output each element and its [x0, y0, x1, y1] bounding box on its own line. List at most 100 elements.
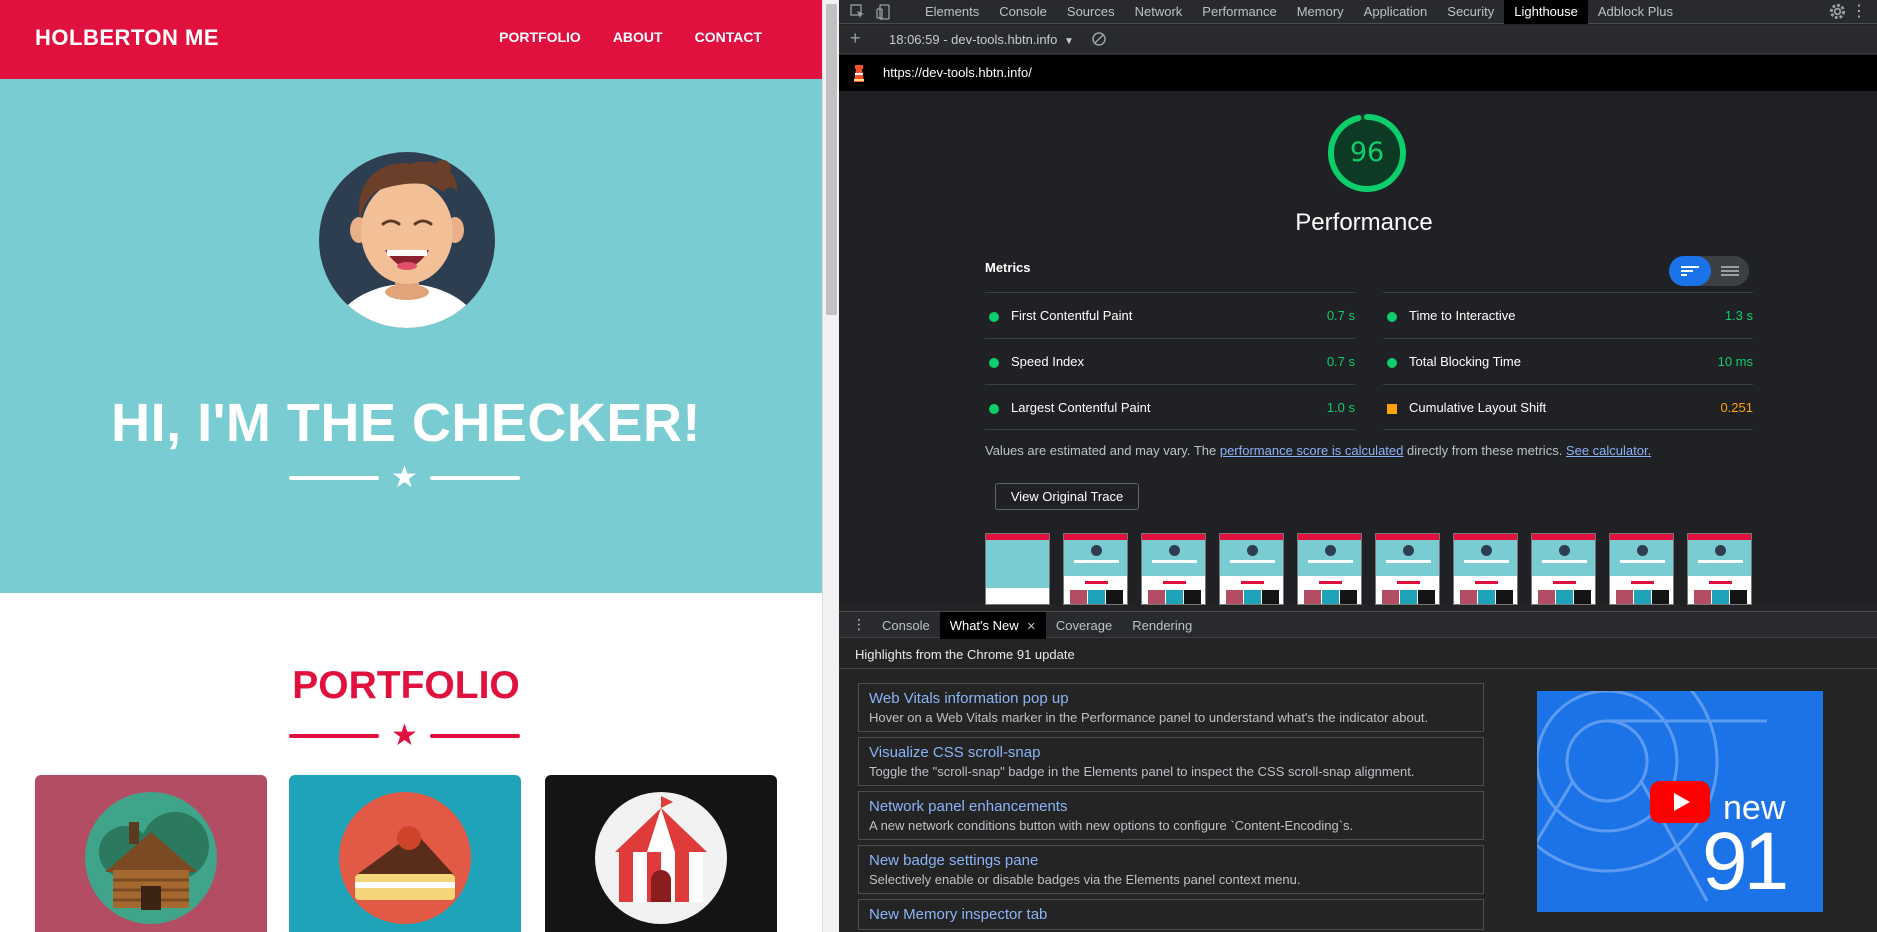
- whats-new-item-title[interactable]: Visualize CSS scroll-snap: [869, 744, 1473, 761]
- metric-row: Total Blocking Time 10 ms: [1383, 338, 1753, 384]
- tab-sources[interactable]: Sources: [1057, 0, 1125, 24]
- tab-network[interactable]: Network: [1125, 0, 1193, 24]
- metric-status-pass-icon: [989, 312, 999, 322]
- whats-new-heading: Highlights from the Chrome 91 update: [855, 647, 1075, 662]
- nav-link-portfolio[interactable]: PORTFOLIO: [499, 29, 581, 45]
- whats-new-video-thumbnail[interactable]: new 91: [1537, 691, 1823, 912]
- drawer-tab-rendering[interactable]: Rendering: [1122, 612, 1202, 639]
- frame-portfolio: [1709, 581, 1732, 584]
- whats-new-item-desc: A new network conditions button with new…: [869, 818, 1354, 833]
- metric-name: Time to Interactive: [1409, 308, 1516, 323]
- clear-block-icon[interactable]: [1091, 31, 1107, 47]
- metric-status-pass-icon: [1387, 312, 1397, 322]
- frame-avatar: [1715, 545, 1726, 556]
- frame-card: [1106, 590, 1123, 604]
- frame-title: [1698, 560, 1743, 563]
- metric-value: 10 ms: [1717, 354, 1753, 369]
- metric-name: Cumulative Layout Shift: [1409, 400, 1547, 415]
- divider-line-left: [289, 734, 379, 738]
- metric-row: Speed Index 0.7 s: [985, 338, 1355, 384]
- frame-card: [1634, 590, 1651, 604]
- nav-link-contact[interactable]: CONTACT: [695, 29, 762, 45]
- whats-new-item-title[interactable]: Web Vitals information pop up: [869, 690, 1473, 707]
- list-view-icon: [1681, 266, 1699, 276]
- site-navbar: HOLBERTON ME PORTFOLIO ABOUT CONTACT: [0, 0, 822, 79]
- devtools-tabs: Elements Console Sources Network Perform…: [915, 0, 1683, 24]
- tab-memory[interactable]: Memory: [1287, 0, 1354, 24]
- site-brand[interactable]: HOLBERTON ME: [35, 25, 219, 51]
- tab-lighthouse[interactable]: Lighthouse: [1504, 0, 1588, 24]
- portfolio-card-circus[interactable]: [545, 775, 777, 932]
- frame-card: [1340, 590, 1357, 604]
- website-scrollbar[interactable]: [822, 0, 839, 932]
- star-icon: ★: [391, 719, 418, 752]
- frame-portfolio: [1475, 581, 1498, 584]
- metric-value: 0.7 s: [1326, 308, 1355, 323]
- close-icon[interactable]: ✕: [1027, 621, 1036, 633]
- frame-avatar: [1559, 545, 1570, 556]
- whats-new-item[interactable]: New badge settings pane Selectively enab…: [858, 845, 1484, 894]
- scrollbar-thumb[interactable]: [826, 4, 837, 315]
- portfolio-divider: ★: [289, 719, 520, 752]
- whats-new-item-title[interactable]: Network panel enhancements: [869, 798, 1473, 815]
- filmstrip-frame: [1297, 533, 1362, 605]
- metrics-view-toggle[interactable]: [1669, 256, 1749, 286]
- toggle-list-view[interactable]: [1669, 256, 1711, 286]
- nav-link-about[interactable]: ABOUT: [613, 29, 663, 45]
- whats-new-item-title[interactable]: New Memory inspector tab: [869, 906, 1473, 923]
- whats-new-list: Web Vitals information pop up Hover on a…: [858, 683, 1484, 932]
- frame-avatar: [1403, 545, 1414, 556]
- youtube-play-icon[interactable]: [1650, 781, 1710, 823]
- frame-avatar: [1481, 545, 1492, 556]
- frame-card: [1712, 590, 1729, 604]
- view-original-trace-button[interactable]: View Original Trace: [995, 483, 1139, 510]
- filmstrip-frame: [1609, 533, 1674, 605]
- frame-card: [1322, 590, 1339, 604]
- expanded-view-icon[interactable]: [1711, 256, 1749, 286]
- portfolio-card-cake[interactable]: [289, 775, 521, 932]
- filmstrip-frame: [985, 533, 1050, 605]
- tab-performance[interactable]: Performance: [1192, 0, 1286, 24]
- metrics-title: Metrics: [985, 260, 1031, 275]
- tab-elements[interactable]: Elements: [915, 0, 989, 24]
- metric-name: Total Blocking Time: [1409, 354, 1521, 369]
- performance-score: 96: [1349, 137, 1385, 168]
- inspect-element-icon[interactable]: [849, 3, 867, 21]
- divider-line-right: [429, 734, 520, 738]
- gear-icon[interactable]: [1828, 2, 1847, 21]
- see-calculator-link[interactable]: See calculator.: [1566, 443, 1651, 458]
- cabin-icon: [85, 792, 217, 924]
- report-url[interactable]: https://dev-tools.hbtn.info/: [883, 65, 1032, 80]
- whats-new-item[interactable]: Web Vitals information pop up Hover on a…: [858, 683, 1484, 732]
- more-options-icon[interactable]: ⋮: [1851, 1, 1867, 21]
- frame-card: [1304, 590, 1321, 604]
- tab-security[interactable]: Security: [1437, 0, 1504, 24]
- whats-new-item-title[interactable]: New badge settings pane: [869, 852, 1473, 869]
- metric-value: 1.3 s: [1724, 308, 1753, 323]
- filmstrip-frame: [1063, 533, 1128, 605]
- whats-new-item[interactable]: Visualize CSS scroll-snap Toggle the "sc…: [858, 737, 1484, 786]
- tab-adblock-plus[interactable]: Adblock Plus: [1588, 0, 1683, 24]
- whats-new-item[interactable]: New Memory inspector tab: [858, 899, 1484, 930]
- drawer-tab-coverage[interactable]: Coverage: [1046, 612, 1122, 639]
- whats-new-item[interactable]: Network panel enhancements A new network…: [858, 791, 1484, 840]
- tab-console[interactable]: Console: [989, 0, 1057, 24]
- frame-avatar: [1247, 545, 1258, 556]
- device-toolbar-icon[interactable]: [875, 3, 893, 21]
- score-calculated-link[interactable]: performance score is calculated: [1220, 443, 1404, 458]
- drawer-tab-whats-new[interactable]: What's New ✕: [939, 612, 1046, 639]
- hero-title: HI, I'M THE CHECKER!: [111, 393, 701, 453]
- metric-name: Largest Contentful Paint: [1011, 400, 1151, 415]
- drawer-tab-console[interactable]: Console: [872, 612, 940, 639]
- frame-portfolio: [1085, 581, 1108, 584]
- frame-card: [1574, 590, 1591, 604]
- frame-card: [1226, 590, 1243, 604]
- plus-icon[interactable]: +: [850, 28, 861, 49]
- frame-title: [1230, 560, 1275, 563]
- site-nav-links: PORTFOLIO ABOUT CONTACT: [499, 29, 762, 45]
- metrics-column-left: First Contentful Paint 0.7 s Speed Index…: [985, 292, 1355, 430]
- portfolio-card-cabin[interactable]: [35, 775, 267, 932]
- report-select[interactable]: 18:06:59 - dev-tools.hbtn.info ▼: [889, 32, 1074, 47]
- tab-application[interactable]: Application: [1354, 0, 1438, 24]
- drawer-menu-icon[interactable]: ⋮: [852, 616, 866, 633]
